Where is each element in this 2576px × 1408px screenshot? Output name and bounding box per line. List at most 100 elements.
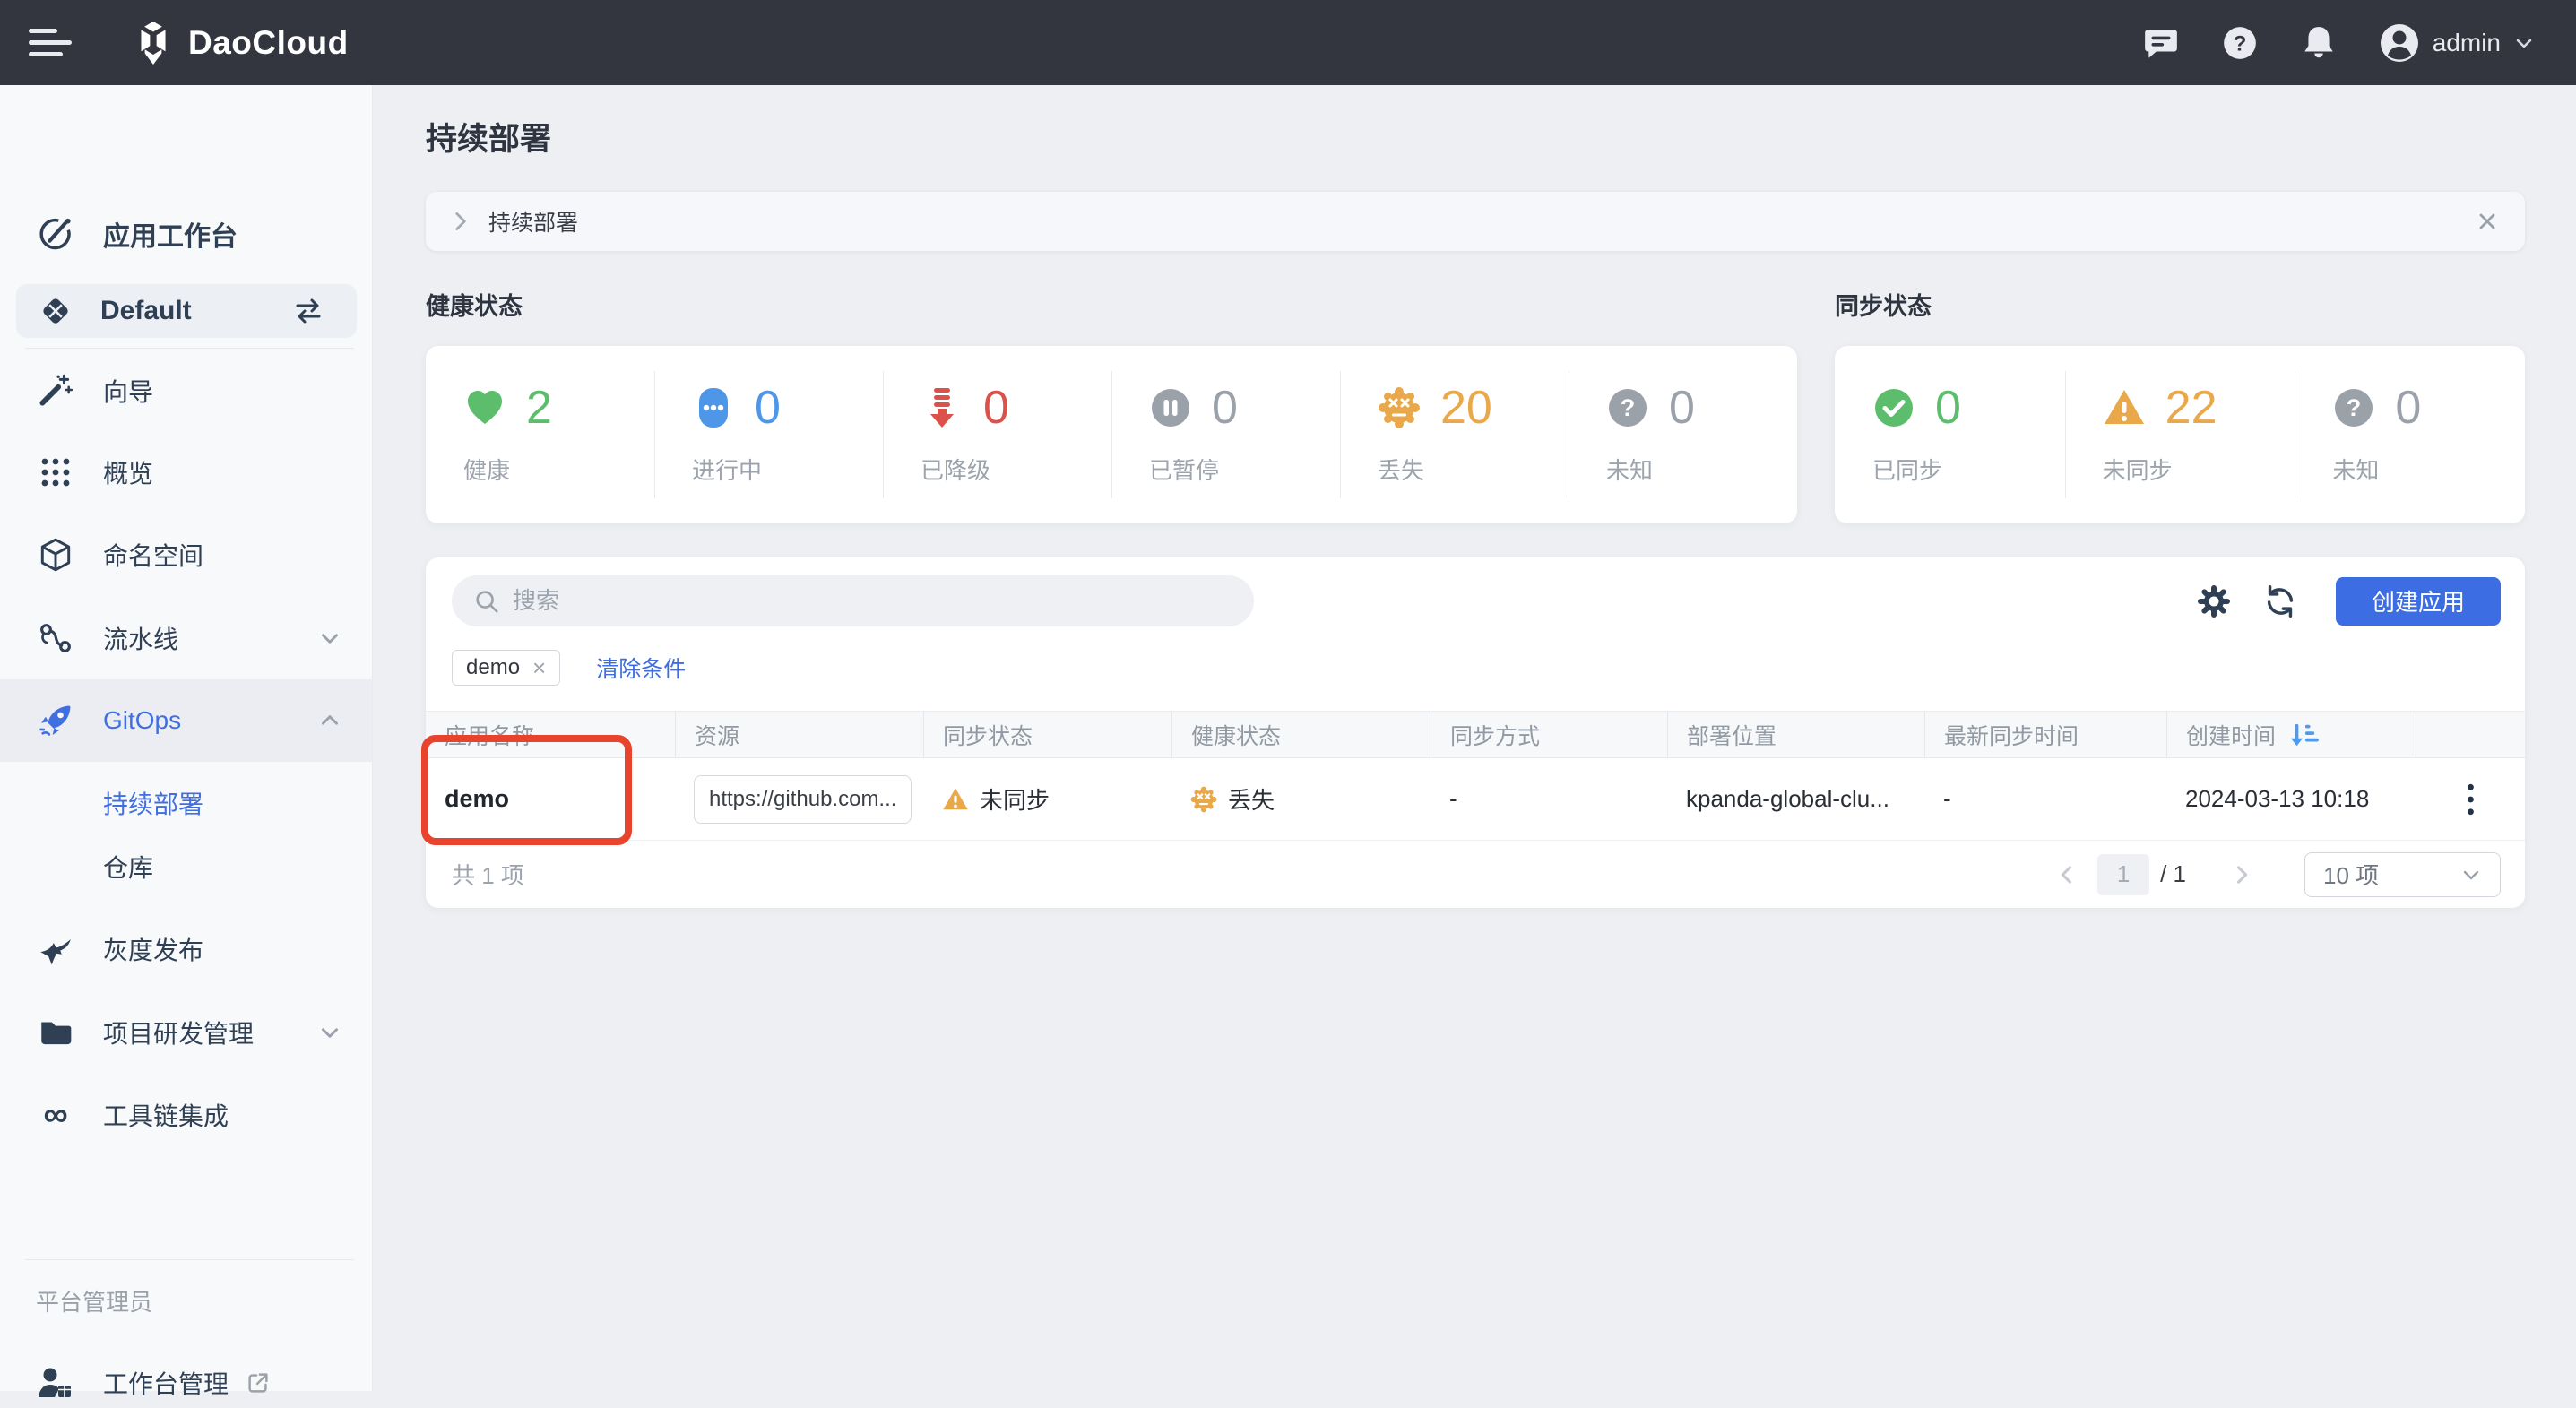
sidebar-product-title[interactable]: 应用工作台 [0, 205, 372, 263]
paused-icon [1149, 386, 1192, 429]
chevron-down-icon [2513, 32, 2535, 54]
sidebar: 应用工作台 Default 向导 [0, 85, 373, 1391]
out-of-sync-icon [2103, 386, 2146, 429]
page-size-value: 10 项 [2323, 858, 2379, 891]
sidebar-item-gitops[interactable]: GitOps [0, 679, 372, 762]
stat-value: 22 [2165, 384, 2217, 431]
unknown-icon: ? [1606, 386, 1649, 429]
sidebar-item-continuous-deployment[interactable]: 持续部署 [0, 778, 372, 828]
close-icon[interactable] [2475, 209, 2500, 234]
create-app-button[interactable]: 创建应用 [2336, 577, 2501, 626]
stat-value: 0 [1935, 384, 1961, 431]
stat-label: 未知 [1606, 453, 1797, 486]
heart-icon [463, 386, 506, 429]
daocloud-logo-icon [133, 21, 174, 65]
stat-value: 20 [1440, 384, 1492, 431]
role-label: 平台管理员 [36, 1278, 152, 1323]
current-page-input[interactable]: 1 [2097, 854, 2149, 895]
refresh-icon[interactable] [2260, 582, 2300, 621]
top-bar: DaoCloud ? [0, 0, 2576, 85]
bird-icon [36, 930, 75, 968]
stat-label: 丢失 [1378, 453, 1569, 486]
row-actions-kebab-icon[interactable] [2458, 778, 2484, 821]
column-header-actions [2416, 712, 2525, 757]
message-icon[interactable] [2142, 24, 2180, 62]
stat-label: 已同步 [1872, 453, 2065, 486]
filter-row: demo × 清除条件 [426, 650, 2525, 686]
infinity-icon: ∞ [36, 1098, 75, 1132]
column-header-last-sync-time: 最新同步时间 [1924, 712, 2166, 757]
page-count: / 1 [2160, 860, 2186, 888]
page-title: 持续部署 [426, 121, 2525, 159]
sidebar-item-workbench-management[interactable]: 工作台管理 [0, 1358, 372, 1408]
chevron-down-icon [2460, 864, 2482, 885]
user-menu[interactable]: admin [2379, 22, 2535, 64]
workspace-selector[interactable]: Default [16, 284, 357, 338]
stat-value: 0 [2395, 384, 2421, 431]
username: admin [2433, 29, 2501, 57]
notification-bell-icon[interactable] [2300, 24, 2338, 62]
workspace-name: Default [100, 296, 192, 326]
stat-value: 0 [755, 384, 781, 431]
pagination: 1 / 1 10 项 [2054, 852, 2501, 897]
toolbar-actions: 创建应用 [2194, 577, 2501, 626]
sidebar-item-overview[interactable]: 概览 [0, 447, 372, 497]
workspace-icon [36, 292, 75, 330]
stat-label: 进行中 [692, 453, 883, 486]
sidebar-item-toolchain[interactable]: ∞ 工具链集成 [0, 1090, 372, 1140]
stat-healthy: 2 健康 [426, 346, 654, 523]
daocloud-logo[interactable]: DaoCloud [133, 21, 349, 65]
sidebar-item-pipeline[interactable]: 流水线 [0, 613, 372, 663]
sync-method-text: - [1449, 785, 1457, 813]
stat-value: 0 [1669, 384, 1695, 431]
stat-synced: 0 已同步 [1835, 346, 2065, 523]
stat-label: 已降级 [921, 453, 1111, 486]
cube-icon [36, 536, 75, 574]
sidebar-item-repository[interactable]: 仓库 [0, 842, 372, 892]
page-size-select[interactable]: 10 项 [2304, 852, 2501, 897]
search-box [452, 575, 1254, 626]
previous-page-icon[interactable] [2054, 862, 2079, 887]
rocket-icon [36, 701, 75, 740]
stat-out-of-sync: 22 未同步 [2065, 346, 2295, 523]
next-page-icon[interactable] [2229, 862, 2254, 887]
stat-label: 已暂停 [1149, 453, 1340, 486]
stat-value: 0 [1212, 384, 1238, 431]
wand-icon [36, 372, 75, 410]
filter-tag: demo × [452, 650, 560, 686]
search-input[interactable] [513, 587, 1232, 615]
health-status-card: 2 健康 0 进行中 [426, 346, 1797, 523]
sidebar-item-project-management[interactable]: 项目研发管理 [0, 1007, 372, 1058]
chevron-right-icon [451, 208, 471, 235]
stat-value: 2 [526, 384, 552, 431]
gear-icon[interactable] [2194, 582, 2234, 621]
column-header-created-time[interactable]: 创建时间 [2166, 712, 2416, 757]
last-sync-time-text: - [1943, 785, 1951, 813]
clear-filters-link[interactable]: 清除条件 [596, 652, 686, 684]
stat-lost: 20 丢失 [1340, 346, 1569, 523]
progressing-icon [692, 386, 735, 429]
health-status-text: 丢失 [1228, 782, 1275, 816]
resource-tag[interactable]: https://github.com... [694, 775, 912, 824]
avatar [2379, 22, 2420, 64]
chevron-down-icon [318, 626, 341, 650]
filter-tag-close-icon[interactable]: × [532, 656, 546, 679]
column-header-health-status: 健康状态 [1171, 712, 1431, 757]
sort-descending-icon[interactable] [2288, 721, 2319, 748]
sidebar-item-wizard[interactable]: 向导 [0, 366, 372, 416]
sidebar-item-namespace[interactable]: 命名空间 [0, 530, 372, 580]
app-name-link[interactable]: demo [445, 785, 509, 813]
hamburger-menu-icon[interactable] [29, 27, 72, 59]
help-icon[interactable]: ? [2221, 24, 2259, 62]
total-count: 共 1 项 [452, 858, 524, 891]
stat-value: 0 [983, 384, 1009, 431]
sidebar-item-canary-release[interactable]: 灰度发布 [0, 924, 372, 974]
status-cards-row: 健康状态 2 健康 [426, 292, 2525, 523]
logo-text: DaoCloud [188, 24, 349, 62]
workspace-swap-icon[interactable] [290, 293, 326, 329]
breadcrumb-item[interactable]: 持续部署 [488, 205, 578, 238]
sidebar-divider [25, 348, 354, 349]
admin-user-icon [36, 1364, 75, 1402]
external-link-icon [245, 1369, 272, 1396]
unknown-icon: ? [2332, 386, 2375, 429]
